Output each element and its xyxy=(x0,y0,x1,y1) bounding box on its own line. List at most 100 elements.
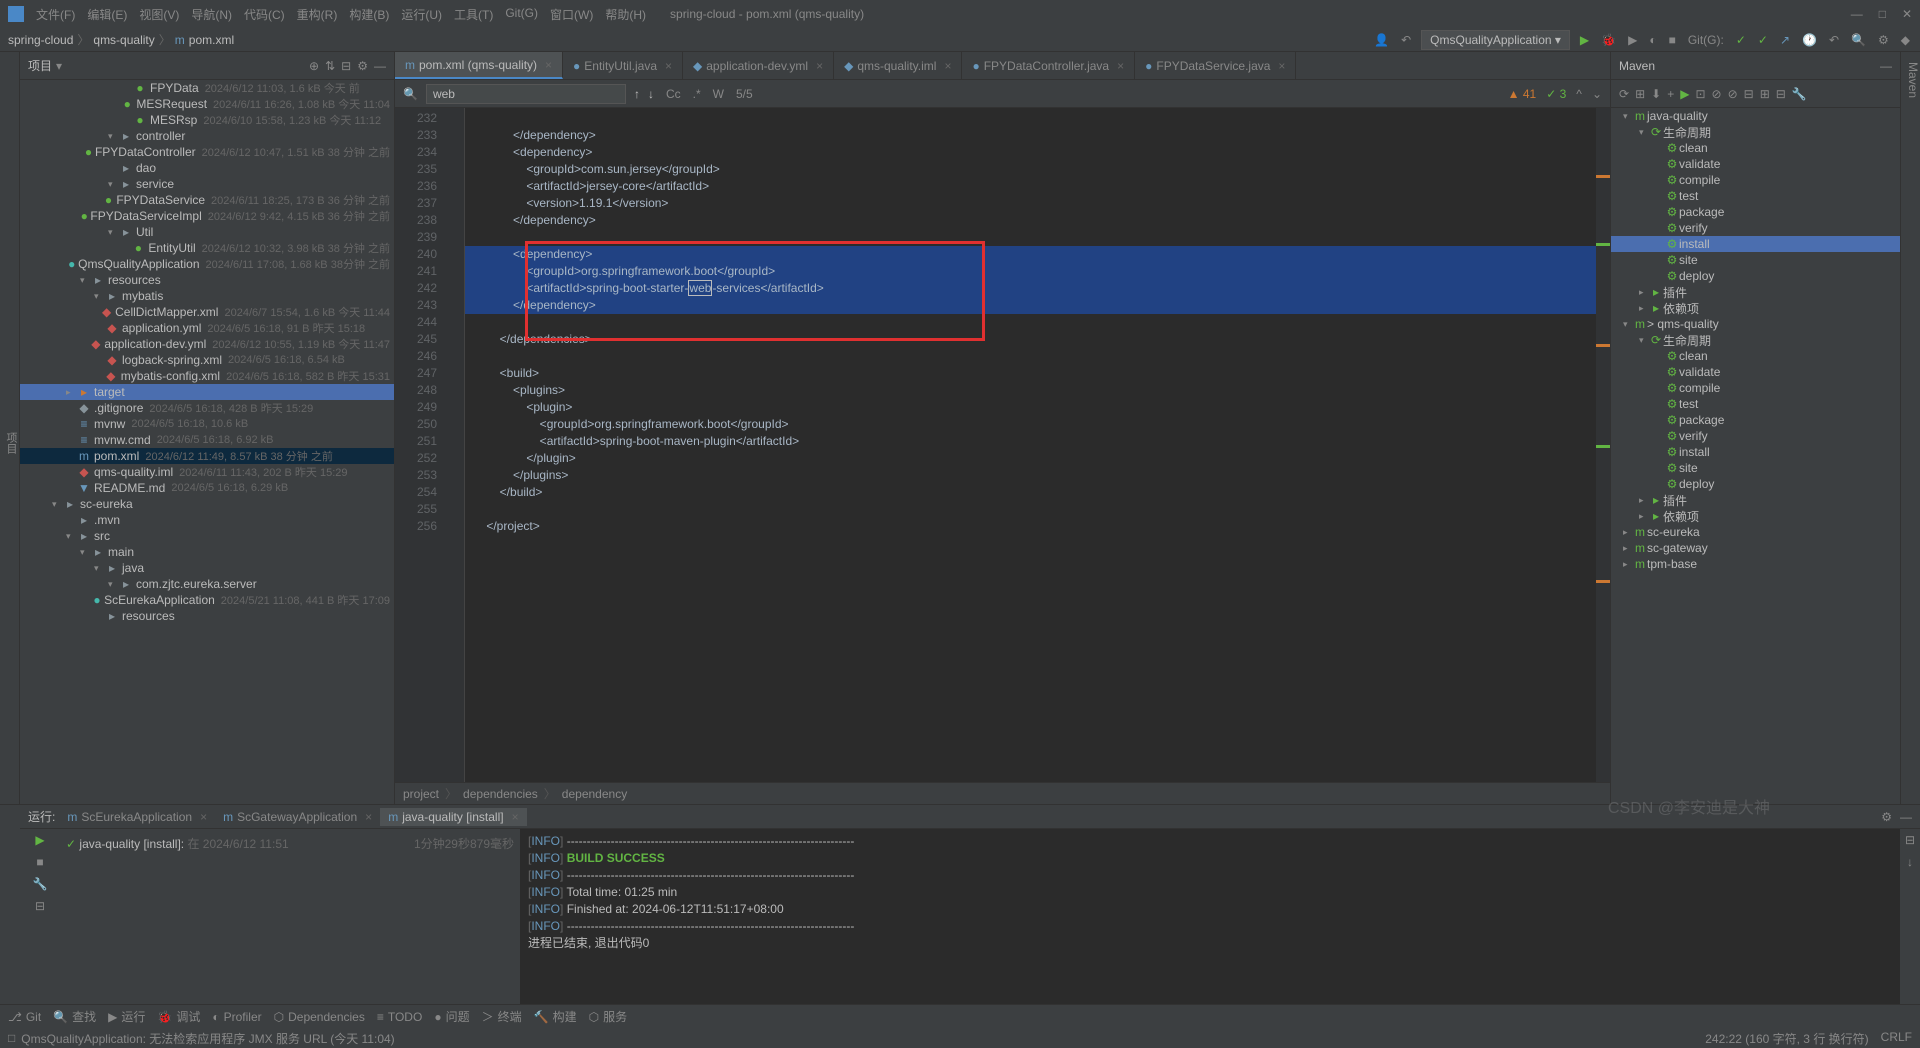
next-match-icon[interactable]: ↓ xyxy=(648,87,654,101)
prev-match-icon[interactable]: ↑ xyxy=(634,87,640,101)
collapse-icon[interactable]: ⊟ xyxy=(341,59,351,73)
code-editor[interactable]: 2322332342352362372382392402412422432442… xyxy=(395,108,1610,782)
menu-item[interactable]: 运行(U) xyxy=(397,4,446,25)
tree-item[interactable]: ▾▸service xyxy=(20,176,394,192)
tree-item[interactable]: ▸resources xyxy=(20,608,394,624)
maven-item[interactable]: ⚙install xyxy=(1611,444,1900,460)
menu-item[interactable]: 代码(C) xyxy=(240,4,289,25)
rollback-icon[interactable]: ↶ xyxy=(1827,31,1841,49)
find-option[interactable]: .* xyxy=(689,87,705,101)
maven-item[interactable]: ⚙validate xyxy=(1611,364,1900,380)
structure-crumb[interactable]: dependencies xyxy=(463,787,538,801)
maven-item[interactable]: ⚙compile xyxy=(1611,172,1900,188)
debug-icon[interactable]: 🐞 xyxy=(1599,31,1618,49)
maven-item[interactable]: ▸▸依赖项 xyxy=(1611,300,1900,316)
hide-icon[interactable]: — xyxy=(374,59,386,73)
coverage-icon[interactable]: ▶ xyxy=(1626,31,1639,49)
tree-item[interactable]: ▾▸mybatis xyxy=(20,288,394,304)
project-tool[interactable]: 项目 xyxy=(3,432,19,454)
expand-icon[interactable]: ⇅ xyxy=(325,59,335,73)
tree-item[interactable]: ●ScEurekaApplication2024/5/21 11:08, 441… xyxy=(20,592,394,608)
tree-item[interactable]: ◆CellDictMapper.xml2024/6/7 15:54, 1.6 k… xyxy=(20,304,394,320)
cursor-position[interactable]: 242:22 (160 字符, 3 行 换行符) xyxy=(1705,1030,1868,1047)
maven-item[interactable]: ▾mjava-quality xyxy=(1611,108,1900,124)
tree-item[interactable]: ●MESRsp2024/6/10 15:58, 1.23 kB 今天 11:12 xyxy=(20,112,394,128)
tree-item[interactable]: ●FPYData2024/6/12 11:03, 1.6 kB 今天 前 xyxy=(20,80,394,96)
tree-item[interactable]: ●EntityUtil2024/6/12 10:32, 3.98 kB 38 分… xyxy=(20,240,394,256)
maven-item[interactable]: ⚙validate xyxy=(1611,156,1900,172)
ai-icon[interactable]: ◆ xyxy=(1899,31,1912,49)
maven-item[interactable]: ▸msc-eureka xyxy=(1611,524,1900,540)
console-output[interactable]: [INFO] ---------------------------------… xyxy=(520,829,1900,1004)
structure-breadcrumb[interactable]: project〉dependencies〉dependency xyxy=(395,782,1610,804)
maven-item[interactable]: ▸▸插件 xyxy=(1611,284,1900,300)
menu-item[interactable]: 编辑(E) xyxy=(83,4,131,25)
profile-icon[interactable]: ◐ xyxy=(1647,31,1658,49)
toggle-icon[interactable]: ⊘ xyxy=(1712,87,1722,101)
run-tab[interactable]: mScGatewayApplication× xyxy=(215,808,380,826)
maven-item[interactable]: ⚙compile xyxy=(1611,380,1900,396)
settings-icon[interactable]: ⚙ xyxy=(1876,31,1891,49)
maven-item[interactable]: ⚙verify xyxy=(1611,220,1900,236)
bottom-tab[interactable]: ⬡服务 xyxy=(589,1008,628,1025)
bottom-tab[interactable]: 🐞调试 xyxy=(157,1008,200,1025)
run-config-dropdown[interactable]: QmsQualityApplication ▾ xyxy=(1421,30,1570,50)
skip-icon[interactable]: ⊘ xyxy=(1728,87,1738,101)
maven-item[interactable]: ⚙clean xyxy=(1611,348,1900,364)
tree-item[interactable]: ▾▸Util xyxy=(20,224,394,240)
filter-icon[interactable]: ⊟ xyxy=(35,899,45,913)
options-icon[interactable]: ⚙ xyxy=(357,59,368,73)
warn-count[interactable]: ▲ 41 xyxy=(1508,87,1537,101)
tree-item[interactable]: ▾▸src xyxy=(20,528,394,544)
maven-item[interactable]: ▸msc-gateway xyxy=(1611,540,1900,556)
run-tree[interactable]: ✓ java-quality [install]: 在 2024/6/12 11… xyxy=(60,829,520,1004)
tree-item[interactable]: ●QmsQualityApplication2024/6/11 17:08, 1… xyxy=(20,256,394,272)
tree-item[interactable]: ●FPYDataService2024/6/11 18:25, 173 B 36… xyxy=(20,192,394,208)
tree-item[interactable]: ▾▸resources xyxy=(20,272,394,288)
bottom-tab[interactable]: 🔨构建 xyxy=(534,1008,577,1025)
tree-item[interactable]: ≡mvnw.cmd2024/6/5 16:18, 6.92 kB xyxy=(20,432,394,448)
bottom-tab[interactable]: ▶运行 xyxy=(108,1008,145,1025)
history-icon[interactable]: 🕐 xyxy=(1800,31,1819,49)
run-icon[interactable]: ▶ xyxy=(1578,31,1591,49)
maven-item[interactable]: ⚙test xyxy=(1611,188,1900,204)
tree-item[interactable]: mpom.xml2024/6/12 11:49, 8.57 kB 38 分钟 之… xyxy=(20,448,394,464)
close-icon[interactable]: ✕ xyxy=(1902,7,1912,21)
project-tree[interactable]: ●FPYData2024/6/12 11:03, 1.6 kB 今天 前 ●MES… xyxy=(20,80,394,804)
editor-tab[interactable]: ◆qms-quality.iml× xyxy=(834,52,962,79)
maven-item[interactable]: ▾m> qms-quality xyxy=(1611,316,1900,332)
exec-icon[interactable]: ⊡ xyxy=(1695,87,1705,101)
maven-item[interactable]: ▾⟳生命周期 xyxy=(1611,124,1900,140)
maven-tree[interactable]: ▾mjava-quality▾⟳生命周期⚙clean⚙validate⚙comp… xyxy=(1611,108,1900,804)
minimap[interactable] xyxy=(1596,108,1610,782)
ok-count[interactable]: ✓ 3 xyxy=(1546,87,1566,101)
back-icon[interactable]: ↶ xyxy=(1399,31,1413,49)
breadcrumb-module[interactable]: qms-quality xyxy=(93,33,154,47)
menu-item[interactable]: 工具(T) xyxy=(450,4,497,25)
minimize-icon[interactable]: — xyxy=(1851,7,1863,21)
tree-item[interactable]: ▾▸sc-eureka xyxy=(20,496,394,512)
editor-tab[interactable]: ●FPYDataService.java× xyxy=(1135,52,1296,79)
push-icon[interactable]: ↗ xyxy=(1778,31,1792,49)
stop-icon[interactable]: ■ xyxy=(1667,31,1678,49)
show-icon[interactable]: ⊞ xyxy=(1760,87,1770,101)
menu-item[interactable]: 视图(V) xyxy=(135,4,183,25)
maven-item[interactable]: ⚙site xyxy=(1611,252,1900,268)
find-option[interactable]: W xyxy=(709,87,728,101)
find-input[interactable] xyxy=(426,84,626,104)
tree-item[interactable]: ▾▸com.zjtc.eureka.server xyxy=(20,576,394,592)
tree-item[interactable]: ▾▸controller xyxy=(20,128,394,144)
menu-item[interactable]: Git(G) xyxy=(501,4,542,25)
tree-item[interactable]: ▸dao xyxy=(20,160,394,176)
reload-icon[interactable]: ⟳ xyxy=(1619,87,1629,101)
stop-run-icon[interactable]: ■ xyxy=(36,855,43,869)
editor-tab[interactable]: ●FPYDataController.java× xyxy=(962,52,1135,79)
run-tab[interactable]: mScEurekaApplication× xyxy=(59,808,215,826)
menu-item[interactable]: 重构(R) xyxy=(293,4,342,25)
maven-item[interactable]: ⚙deploy xyxy=(1611,476,1900,492)
structure-crumb[interactable]: project xyxy=(403,787,439,801)
breadcrumb-root[interactable]: spring-cloud xyxy=(8,33,73,47)
run-maven-icon[interactable]: ▶ xyxy=(1680,87,1689,101)
tree-item[interactable]: ▾▸java xyxy=(20,560,394,576)
tree-item[interactable]: ◆application.yml2024/6/5 16:18, 91 B 昨天 … xyxy=(20,320,394,336)
